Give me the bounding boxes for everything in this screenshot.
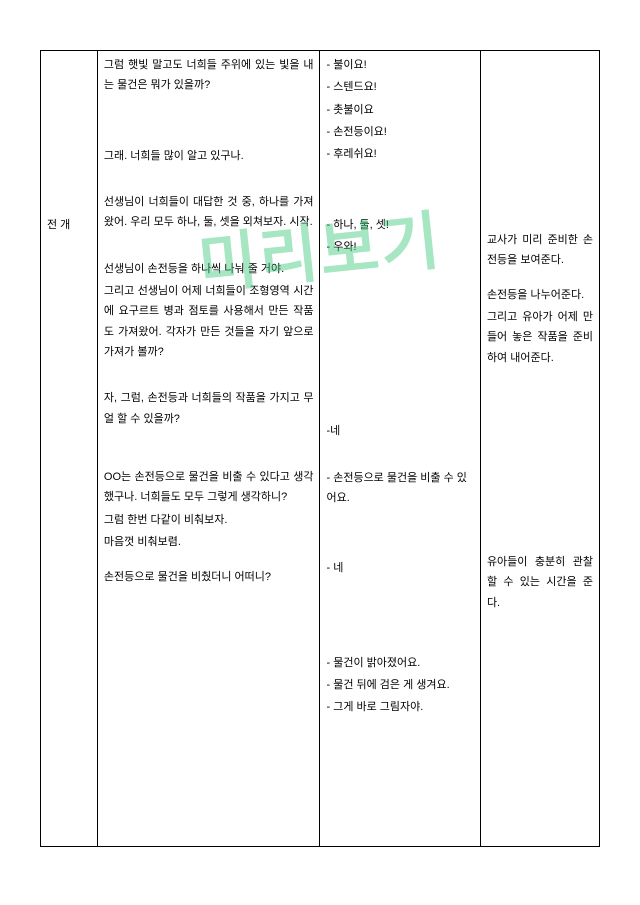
note-line: 그리고 유아가 어제 만들어 놓은 작품을 준비하여 내어준다. [487, 307, 593, 368]
teacher-line: OO는 손전등으로 물건을 비출 수 있다고 생각했구나. 너희들도 모두 그렇… [104, 467, 314, 508]
student-line: - 하나, 둘, 셋! [326, 215, 473, 235]
student-line: - 그게 바로 그림자야. [326, 697, 473, 717]
teacher-line: 그리고 선생님이 어제 너희들이 조형영역 시간에 요구르트 병과 점토를 사용… [104, 281, 314, 362]
student-line: - 손전등이요! [326, 122, 473, 142]
note-line: 손전등을 나누어준다. [487, 285, 593, 305]
teacher-line: 그럼 햇빛 말고도 너희들 주위에 있는 빛을 내는 물건은 뭐가 있을까? [104, 55, 314, 96]
student-line: - 물건이 밝아졌어요. [326, 653, 473, 673]
student-cell: - 불이요! - 스텐드요! - 촛불이요 - 손전등이요! - 후레쉬요! -… [320, 51, 480, 847]
student-line: - 스텐드요! [326, 77, 473, 97]
phase-cell: 전 개 [41, 51, 98, 847]
student-line: - 불이요! [326, 55, 473, 75]
note-line: 교사가 미리 준비한 손전등을 보여준다. [487, 230, 593, 271]
student-line: -네 [326, 421, 473, 441]
student-line: - 우와! [326, 237, 473, 257]
teacher-line: 자, 그럼, 손전등과 너희들의 작품을 가지고 무얼 할 수 있을까? [104, 388, 314, 429]
student-line: - 네 [326, 558, 473, 578]
teacher-line: 손전등으로 물건을 비췄더니 어떠니? [104, 567, 314, 587]
student-line: - 손전등으로 물건을 비출 수 있어요. [326, 468, 473, 509]
teacher-line: 마음껏 비춰보렴. [104, 532, 314, 552]
notes-cell: 교사가 미리 준비한 손전등을 보여준다. 손전등을 나누어준다. 그리고 유아… [480, 51, 599, 847]
student-line: - 촛불이요 [326, 100, 473, 120]
teacher-line: 선생님이 너희들이 대답한 것 중, 하나를 가져왔어. 우리 모두 하나, 둘… [104, 192, 314, 233]
phase-label: 전 개 [47, 215, 91, 235]
teacher-line: 선생님이 손전등을 하나씩 나눠 줄 거야. [104, 259, 314, 279]
student-line: - 후레쉬요! [326, 144, 473, 164]
student-line: - 물건 뒤에 검은 게 생겨요. [326, 675, 473, 695]
note-line: 유아들이 충분히 관찰할 수 있는 시간을 준다. [487, 552, 593, 613]
teacher-cell: 그럼 햇빛 말고도 너희들 주위에 있는 빛을 내는 물건은 뭐가 있을까? 그… [97, 51, 320, 847]
teacher-line: 그럼 한번 다같이 비춰보자. [104, 510, 314, 530]
lesson-plan-table: 전 개 그럼 햇빛 말고도 너희들 주위에 있는 빛을 내는 물건은 뭐가 있을… [40, 50, 600, 847]
teacher-line: 그래. 너희들 많이 알고 있구나. [104, 146, 314, 166]
